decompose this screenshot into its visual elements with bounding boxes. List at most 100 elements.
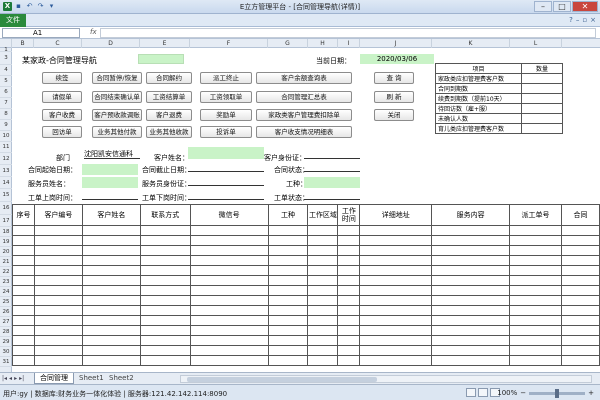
next-sheet-icon[interactable]: ▸ [14, 375, 17, 382]
other-pay-button[interactable]: 业务其他付款 [92, 126, 142, 138]
row-header[interactable]: 10 [0, 131, 12, 142]
refund-button[interactable]: 客户退费 [146, 109, 192, 121]
dept-field[interactable]: 沈阳凯安信通科 [84, 149, 140, 159]
row-header[interactable]: 9 [0, 120, 12, 131]
row-header[interactable]: 4 [0, 65, 12, 76]
fx-icon[interactable]: fx [90, 28, 97, 36]
row-header[interactable]: 16 [0, 202, 12, 215]
table-row[interactable] [12, 325, 600, 336]
work-up-input[interactable] [82, 190, 138, 200]
formula-input[interactable] [100, 28, 596, 38]
table-row[interactable] [12, 345, 600, 356]
ribbon-minimize-icon[interactable]: – [576, 16, 580, 24]
horizontal-scrollbar[interactable] [180, 375, 592, 383]
row-header[interactable]: 23 [0, 277, 12, 287]
sign-button[interactable]: 续签 [42, 72, 82, 84]
ribbon-restore-icon[interactable]: ▫ [582, 16, 587, 24]
row-header[interactable]: 3 [0, 52, 12, 65]
customer-pay-button[interactable]: 客户收费 [42, 109, 82, 121]
column-header[interactable]: F [190, 39, 268, 48]
work-status-input[interactable] [304, 190, 360, 200]
table-row[interactable] [12, 305, 600, 316]
bonus-button[interactable]: 奖励单 [200, 109, 252, 121]
row-header[interactable]: 18 [0, 227, 12, 237]
column-header[interactable]: L [510, 39, 562, 48]
tab-sheet2[interactable]: Sheet2 [104, 373, 139, 384]
row-header[interactable]: 31 [0, 357, 12, 367]
row-header[interactable]: 28 [0, 327, 12, 337]
other-income-button[interactable]: 业务其他收款 [146, 126, 192, 138]
table-row[interactable] [12, 275, 600, 286]
column-header[interactable]: J [360, 39, 432, 48]
close-button[interactable]: 关闭 [374, 109, 414, 121]
settle-confirm-button[interactable]: 合同结束确认单 [92, 91, 142, 103]
table-row[interactable] [12, 285, 600, 296]
column-header[interactable]: I [338, 39, 360, 48]
column-header[interactable]: D [82, 39, 140, 48]
row-header[interactable]: 27 [0, 317, 12, 327]
row-header[interactable]: 22 [0, 267, 12, 277]
table-row[interactable] [12, 225, 600, 236]
table-row[interactable] [12, 255, 600, 266]
customer-id-input[interactable] [304, 149, 360, 159]
fee-detail-button[interactable]: 客户收支情况明细表 [256, 126, 352, 138]
worker-name-input[interactable] [82, 177, 138, 188]
minimize-icon[interactable]: – [534, 1, 552, 12]
column-header[interactable]: C [34, 39, 82, 48]
table-row[interactable] [12, 355, 600, 366]
balance-query-button[interactable]: 客户余额查询表 [256, 72, 352, 84]
row-header[interactable]: 17 [0, 215, 12, 227]
zoom-knob[interactable] [555, 388, 560, 398]
pay-leave-button[interactable]: 工资领取单 [200, 91, 252, 103]
return-visit-button[interactable]: 回访单 [42, 126, 82, 138]
prev-sheet-icon[interactable]: ◂ [9, 375, 12, 382]
column-header[interactable]: G [268, 39, 308, 48]
zoom-out-icon[interactable]: − [520, 389, 526, 397]
row-header[interactable]: 30 [0, 347, 12, 357]
row-header[interactable]: 11 [0, 142, 12, 153]
pay-settle-button[interactable]: 工资结算单 [146, 91, 192, 103]
row-header[interactable]: 7 [0, 98, 12, 109]
type-input[interactable] [304, 177, 360, 188]
row-header[interactable]: 5 [0, 76, 12, 87]
worker-id-input[interactable] [188, 176, 264, 186]
tab-contract-management[interactable]: 合同管理 [34, 373, 74, 384]
help-icon[interactable]: ? [569, 16, 573, 24]
advance-adjust-button[interactable]: 客户预收款调账 [92, 109, 142, 121]
file-tab[interactable]: 文件 [0, 14, 26, 27]
row-header[interactable]: 19 [0, 237, 12, 247]
first-sheet-icon[interactable]: |◂ [2, 375, 7, 382]
table-row[interactable] [12, 265, 600, 276]
column-header[interactable]: B [12, 39, 34, 48]
end-date-input[interactable] [188, 162, 264, 172]
scroll-thumb[interactable] [187, 377, 377, 382]
row-header[interactable]: 20 [0, 247, 12, 257]
table-row[interactable] [12, 245, 600, 256]
start-date-input[interactable] [82, 164, 138, 175]
table-row[interactable] [12, 295, 600, 306]
row-header[interactable]: 29 [0, 337, 12, 347]
complaint-button[interactable]: 投诉单 [200, 126, 252, 138]
zoom-in-icon[interactable]: + [588, 389, 594, 397]
row-header[interactable]: 6 [0, 87, 12, 98]
row-header[interactable]: 26 [0, 307, 12, 317]
row-header[interactable]: 13 [0, 165, 12, 177]
title-green-cell[interactable] [138, 54, 184, 64]
close-icon[interactable]: ✕ [572, 1, 598, 12]
row-header[interactable]: 25 [0, 297, 12, 307]
normal-view-icon[interactable] [466, 388, 476, 397]
column-header[interactable]: E [140, 39, 190, 48]
row-header[interactable]: 21 [0, 257, 12, 267]
table-row[interactable] [12, 315, 600, 326]
row-header[interactable]: 8 [0, 109, 12, 120]
maximize-icon[interactable]: □ [553, 1, 571, 12]
summary-button[interactable]: 合同管理汇总表 [256, 91, 352, 103]
row-header[interactable]: 14 [0, 177, 12, 189]
status-input[interactable] [304, 162, 360, 172]
column-header[interactable]: H [308, 39, 338, 48]
terminate-button[interactable]: 合同解约 [146, 72, 192, 84]
last-sheet-icon[interactable]: ▸| [19, 375, 24, 382]
leave-button[interactable]: 请假单 [42, 91, 82, 103]
ribbon-close-icon[interactable]: × [590, 16, 596, 24]
table-row[interactable] [12, 335, 600, 346]
